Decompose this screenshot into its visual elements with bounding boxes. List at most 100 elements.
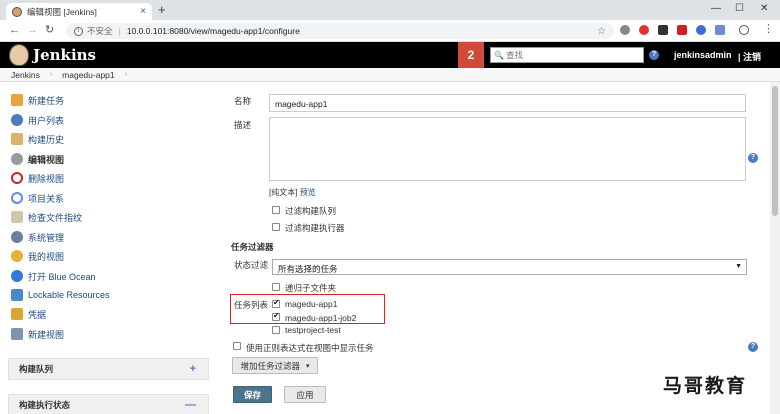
user-icon (11, 250, 23, 262)
gear-icon (11, 153, 23, 165)
sidebar-item-fingerprint[interactable]: 检查文件指纹 (11, 210, 82, 224)
sidebar-item-label: 编辑视图 (28, 154, 65, 165)
sidebar-item-people[interactable]: 用户列表 (11, 113, 64, 127)
browser-tab-bar: 编辑视图 [Jenkins] × + — ☐ ✕ (0, 0, 780, 20)
breadcrumb-jenkins[interactable]: Jenkins (11, 70, 40, 80)
filter-executors-label: 过滤构建执行器 (285, 223, 345, 233)
sidebar-item-lockable-resources[interactable]: Lockable Resources (11, 288, 110, 302)
maximize-button[interactable]: ☐ (735, 3, 744, 14)
tab-close-icon[interactable]: × (140, 6, 146, 17)
dark-extension-icon[interactable] (658, 25, 668, 35)
reload-icon[interactable]: ↻ (45, 24, 54, 37)
sidebar-item-label: 打开 Blue Ocean (28, 271, 96, 282)
expand-icon[interactable]: + (190, 363, 196, 375)
name-label: 名称 (234, 96, 252, 106)
page-scrollbar[interactable] (770, 82, 780, 414)
new-item-icon (11, 94, 23, 106)
preview-link[interactable]: 预览 (300, 188, 316, 197)
jenkins-header: Jenkins 2 🔍 ? jenkinsadmin | 注销 (0, 42, 780, 68)
key-icon (11, 308, 23, 320)
username-link[interactable]: jenkinsadmin (674, 50, 732, 60)
help-icon[interactable]: ? (748, 342, 758, 352)
save-button[interactable]: 保存 (233, 386, 272, 403)
sidebar-item-manage-jenkins[interactable]: 系统管理 (11, 230, 64, 244)
translate-extension-icon[interactable] (715, 25, 725, 35)
plain-text-label: [纯文本] 预览 (269, 187, 316, 198)
sidebar-item-new-view[interactable]: 新建视图 (11, 327, 64, 341)
new-tab-button[interactable]: + (158, 3, 166, 17)
logout-link[interactable]: | 注销 (738, 50, 761, 63)
profile-icon[interactable] (739, 25, 749, 35)
sidebar-item-my-views[interactable]: 我的视图 (11, 249, 64, 263)
menu-icon[interactable]: ⋮ (763, 23, 774, 36)
status-filter-select[interactable]: 所有选择的任务 ▼ (272, 259, 747, 275)
sidebar-item-build-history[interactable]: 构建历史 (11, 132, 64, 146)
jenkins-favicon-icon (12, 6, 22, 17)
bookmark-star-icon[interactable]: ☆ (597, 26, 606, 37)
cloud-extension-icon[interactable] (620, 25, 630, 35)
forward-icon[interactable]: → (27, 24, 38, 37)
back-icon[interactable]: ← (9, 24, 20, 37)
watermark-text: 马哥教育 (663, 375, 748, 397)
sidebar-item-blue-ocean[interactable]: 打开 Blue Ocean (11, 269, 96, 283)
executor-status-title: 构建执行状态 (19, 400, 71, 410)
sidebar-item-label: 项目关系 (28, 193, 65, 204)
help-icon[interactable]: ? (748, 153, 758, 163)
search-input[interactable] (505, 50, 636, 60)
chevron-down-icon: ▾ (306, 362, 310, 370)
sidebar-item-label: 构建历史 (28, 134, 65, 145)
jenkins-logo[interactable]: Jenkins (33, 46, 96, 64)
people-icon (11, 114, 23, 126)
close-window-button[interactable]: ✕ (760, 3, 768, 14)
job-checkbox-magedu-app1[interactable] (272, 298, 280, 308)
pdf-extension-icon[interactable] (677, 25, 687, 35)
search-icon: 🔍 (494, 50, 504, 60)
breadcrumb: Jenkins › magedu-app1 › (0, 68, 780, 82)
blue-extension-icon[interactable] (696, 25, 706, 35)
filter-executors-checkbox[interactable] (272, 223, 280, 231)
job-checkbox-testproject-test[interactable] (272, 326, 280, 334)
fingerprint-icon (11, 211, 23, 223)
description-textarea[interactable] (269, 117, 746, 181)
blue-ocean-icon (11, 270, 23, 282)
job-list-label: 任务列表 (234, 300, 269, 310)
job-name: magedu-app1 (285, 299, 338, 309)
notepad-icon (11, 133, 23, 145)
search-box[interactable]: 🔍 (490, 47, 644, 63)
sidebar-item-edit-view[interactable]: 编辑视图 (11, 152, 64, 166)
sidebar-item-delete-view[interactable]: 删除视图 (11, 171, 64, 185)
filter-queue-checkbox[interactable] (272, 206, 280, 214)
browser-tab[interactable]: 编辑视图 [Jenkins] × (6, 3, 152, 20)
build-queue-panel[interactable]: 构建队列 + (8, 358, 209, 380)
executor-status-panel[interactable]: 构建执行状态 — (8, 394, 209, 414)
no-entry-icon (11, 172, 23, 184)
collapse-icon[interactable]: — (185, 399, 196, 411)
info-icon[interactable]: i (74, 26, 83, 36)
help-icon[interactable]: ? (649, 50, 659, 60)
tab-title: 编辑视图 [Jenkins] (27, 6, 97, 17)
apply-button[interactable]: 应用 (284, 386, 326, 403)
sidebar-item-new-item[interactable]: 新建任务 (11, 93, 64, 107)
red-extension-icon[interactable] (639, 25, 649, 35)
sidebar-item-label: 检查文件指纹 (28, 212, 83, 223)
breadcrumb-arrow-icon: › (49, 71, 53, 78)
scrollbar-thumb[interactable] (772, 86, 778, 216)
notification-badge[interactable]: 2 (458, 42, 484, 68)
sidebar-item-label: 系统管理 (28, 232, 65, 243)
sidebar-item-label: Lockable Resources (28, 290, 110, 300)
url-text[interactable]: 10.0.0.101:8080/view/magedu-app1/configu… (127, 26, 300, 36)
job-checkbox-magedu-app1-job2[interactable] (272, 311, 280, 321)
url-bar[interactable]: i 不安全 | 10.0.0.101:8080/view/magedu-app1… (66, 23, 614, 39)
add-job-filter-button[interactable]: 增加任务过滤器 ▾ (232, 357, 318, 374)
security-label: 不安全 (87, 26, 113, 36)
breadcrumb-view[interactable]: magedu-app1 (62, 70, 114, 80)
status-filter-value: 所有选择的任务 (278, 264, 338, 274)
recurse-checkbox[interactable] (272, 283, 280, 291)
build-queue-title: 构建队列 (19, 364, 54, 374)
minimize-button[interactable]: — (711, 3, 721, 14)
name-field[interactable]: magedu-app1 (269, 94, 746, 112)
sidebar-item-project-relationship[interactable]: 项目关系 (11, 191, 64, 205)
breadcrumb-arrow-icon: › (124, 71, 127, 78)
regex-checkbox[interactable] (233, 342, 241, 350)
sidebar-item-credentials[interactable]: 凭据 (11, 307, 46, 321)
